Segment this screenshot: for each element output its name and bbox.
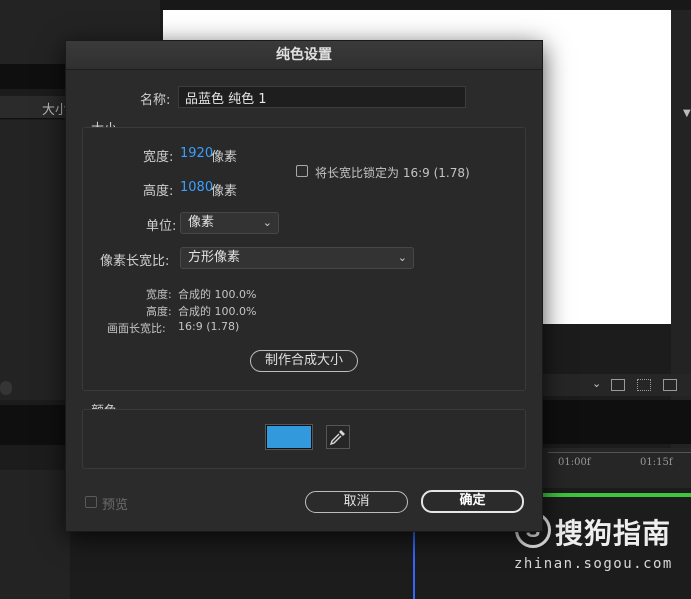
pixel-aspect-value: 方形像素	[188, 250, 241, 265]
info-height-label: 高度:	[146, 305, 172, 318]
timeline-ruler	[540, 448, 691, 488]
panel-gap	[0, 405, 70, 445]
dialog-title: 纯色设置	[66, 41, 542, 70]
info-frame-aspect-label: 画面长宽比:	[107, 322, 166, 335]
transparency-grid-icon[interactable]	[637, 379, 651, 391]
eyedropper-icon	[329, 430, 345, 446]
solid-settings-dialog: 纯色设置 名称: 大小 宽度: 1920 像素 将长宽比锁定为 16:9 (1.…	[65, 40, 543, 532]
width-value[interactable]: 1920	[180, 146, 213, 161]
preview-label: 预览	[102, 498, 129, 513]
lock-aspect-label: 将长宽比锁定为 16:9 (1.78)	[315, 166, 470, 180]
height-value[interactable]: 1080	[180, 180, 213, 195]
width-unit: 像素	[211, 150, 238, 165]
lock-aspect-checkbox[interactable]	[296, 165, 308, 177]
panel-menu-icon[interactable]: ▼	[683, 108, 691, 119]
chevron-down-icon: ⌄	[262, 216, 272, 229]
safe-zones-icon[interactable]	[663, 379, 677, 391]
units-label: 单位:	[146, 219, 177, 234]
pixel-aspect-label: 像素长宽比:	[100, 254, 170, 269]
eyedropper-button[interactable]	[326, 425, 350, 449]
region-of-interest-icon[interactable]	[611, 379, 625, 391]
units-value: 像素	[188, 215, 215, 230]
timeline-ruler-line	[548, 452, 691, 453]
timeline-work-area-bar[interactable]	[540, 493, 691, 497]
info-width-label: 宽度:	[146, 288, 172, 301]
width-label: 宽度:	[143, 150, 174, 165]
chevron-down-icon: ⌄	[397, 251, 407, 264]
chevron-down-icon[interactable]: ⌄	[592, 377, 601, 390]
project-list-area	[0, 120, 70, 400]
height-unit: 像素	[211, 184, 238, 199]
watermark-url: zhinan.sogou.com	[514, 556, 673, 572]
viewer-top-strip	[160, 0, 691, 10]
timeline-tick-label: 01:15f	[640, 457, 673, 468]
name-label: 名称:	[140, 93, 171, 108]
timeline-left-panel	[0, 470, 70, 599]
height-label: 高度:	[143, 184, 174, 199]
preview-checkbox[interactable]	[85, 496, 97, 508]
units-dropdown[interactable]: 像素 ⌄	[180, 212, 279, 234]
make-comp-size-button[interactable]: 制作合成大小	[250, 350, 358, 372]
ok-button[interactable]: 确定	[421, 490, 524, 513]
horizontal-scrollbar[interactable]	[0, 381, 12, 395]
info-width-value: 合成的 100.0%	[178, 288, 257, 301]
info-frame-aspect-value: 16:9 (1.78)	[178, 320, 240, 333]
pixel-aspect-dropdown[interactable]: 方形像素 ⌄	[180, 247, 414, 269]
timeline-tick-label: 01:00f	[558, 457, 591, 468]
name-input[interactable]	[178, 86, 466, 108]
watermark-brand: 搜狗指南	[555, 517, 672, 550]
info-height-value: 合成的 100.0%	[178, 305, 257, 318]
color-swatch[interactable]	[266, 425, 312, 449]
viewer-gap	[541, 400, 691, 444]
cancel-button[interactable]: 取消	[305, 491, 408, 513]
